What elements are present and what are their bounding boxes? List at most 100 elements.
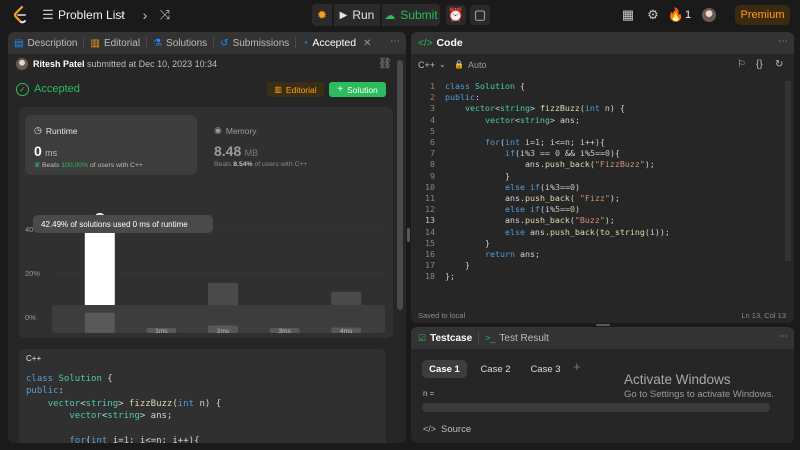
code-line: else ans.push_back(to_string(i)); xyxy=(504,226,670,237)
code-icon: </> xyxy=(423,424,437,434)
run-group: ✹ ▶ Run ☁ Submit xyxy=(312,4,440,26)
book-icon: ▥ xyxy=(90,37,100,49)
solution-button[interactable]: + Solution xyxy=(329,82,386,97)
close-icon[interactable]: ✕ xyxy=(363,38,371,49)
left-scrollbar-thumb[interactable] xyxy=(397,60,403,310)
code-line: }; xyxy=(445,271,455,282)
share-link-icon[interactable]: ⛓ xyxy=(378,57,392,70)
code-line: if(i%3 == 0 && i%5==0){ xyxy=(504,148,620,159)
description-icon: ▤ xyxy=(14,37,24,49)
overview-tick-label: 1ms xyxy=(155,328,168,335)
play-icon: ▶ xyxy=(339,9,348,21)
chevron-right-icon[interactable]: › xyxy=(137,7,153,23)
cloud-upload-icon: ☁ xyxy=(384,9,396,22)
y-tick-label: 0% xyxy=(25,313,36,322)
flask-icon: ⚗ xyxy=(153,37,163,49)
gear-icon[interactable]: ⚙ xyxy=(645,7,661,23)
line-number: 18 xyxy=(425,271,435,282)
tab-submissions[interactable]: ↺ Submissions xyxy=(214,32,295,54)
premium-button[interactable]: Premium xyxy=(735,5,790,25)
code-editor[interactable]: 1 class Solution {2 public: 3 vector<string… xyxy=(411,81,781,291)
tab-testcase[interactable]: ☑ Testcase xyxy=(411,327,478,349)
avatar[interactable] xyxy=(702,8,716,22)
preview-code-line: vector<string> ans; xyxy=(69,411,173,422)
chevron-down-icon: ⌄ xyxy=(439,60,446,69)
stats-card: ◷ Runtime 0 ms ♛ Beats 100.00% of users … xyxy=(19,107,393,338)
reset-icon[interactable]: ↻ xyxy=(775,59,783,70)
run-button[interactable]: ▶ Run xyxy=(334,4,380,26)
braces-icon[interactable]: {} xyxy=(756,59,763,70)
shuffle-icon[interactable]: ⤨ xyxy=(157,7,173,23)
add-case-icon[interactable]: + xyxy=(573,359,581,374)
code-preview: C++ class Solution {public: vector<strin… xyxy=(19,349,386,443)
chevron-left-icon[interactable]: ‹ xyxy=(115,7,131,23)
preview-code-line: class Solution { xyxy=(26,374,113,384)
editorial-button[interactable]: ▥ Editorial xyxy=(267,82,324,97)
debug-icon[interactable]: ✹ xyxy=(312,4,332,26)
submitter-name[interactable]: Ritesh Patel xyxy=(33,59,85,69)
tab-accepted[interactable]: ◔ Accepted ✕ xyxy=(296,32,377,54)
tab-code[interactable]: </> Code xyxy=(411,32,469,54)
vertical-splitter-handle[interactable] xyxy=(407,228,410,242)
grid-icon[interactable]: ▦ xyxy=(620,7,636,23)
case-1-tab[interactable]: Case 1 xyxy=(422,360,467,378)
code-line: vector<string> ans; xyxy=(484,114,580,125)
code-line: } xyxy=(504,170,510,181)
tab-editorial[interactable]: ▥ Editorial xyxy=(84,32,146,54)
clock-icon: ◔ xyxy=(302,37,309,49)
bookmark-icon[interactable]: ⚐ xyxy=(737,59,746,70)
check-circle-icon: ✓ xyxy=(16,83,29,96)
line-number: 2 xyxy=(430,92,435,103)
source-link[interactable]: </> Source xyxy=(423,424,471,435)
lock-icon: 🔒 xyxy=(454,60,464,69)
terminal-icon: >_ xyxy=(485,333,496,343)
leetcode-logo-icon[interactable] xyxy=(10,5,30,25)
overview-tick-label: 3ms xyxy=(278,328,291,335)
code-scrollbar[interactable] xyxy=(785,81,791,261)
note-icon[interactable]: ▢ xyxy=(470,5,490,25)
submitter-avatar xyxy=(16,58,28,70)
preview-code-line: public: xyxy=(26,386,64,397)
activate-windows-subtitle: Go to Settings to activate Windows. xyxy=(624,389,774,400)
line-number: 4 xyxy=(430,114,435,125)
tab-description[interactable]: ▤ Description xyxy=(8,32,83,54)
line-number: 12 xyxy=(425,204,435,215)
n-input[interactable] xyxy=(422,403,770,412)
auto-complete-toggle[interactable]: 🔒 Auto xyxy=(454,60,486,70)
overview-tick-label: 4ms xyxy=(340,328,353,335)
line-number: 8 xyxy=(430,159,435,170)
alarm-icon[interactable]: ⏰ xyxy=(446,5,466,25)
saved-status: Saved to local xyxy=(418,311,466,320)
code-line: ans.push_back("Buzz"); xyxy=(504,215,615,226)
language-select[interactable]: C++ ⌄ xyxy=(418,60,446,70)
preview-code-line: for(int i=1; i<=n; i++){ xyxy=(69,436,200,443)
testcase-tab-bar: ☑ Testcase >_ Test Result ⋯ xyxy=(411,327,794,349)
chart-tooltip: 42.49% of solutions used 0 ms of runtime xyxy=(33,215,213,233)
line-number: 1 xyxy=(430,81,435,91)
code-panel: </> Code ⋯ C++ ⌄ 🔒 Auto ⚐ {} ↻ 1 class So… xyxy=(411,32,794,323)
submit-button[interactable]: ☁ Submit xyxy=(382,4,440,26)
flame-icon[interactable]: 🔥 xyxy=(668,7,684,23)
overview-tick-label: 2ms xyxy=(217,328,230,335)
more-icon[interactable]: ⋯ xyxy=(778,36,788,47)
case-2-tab[interactable]: Case 2 xyxy=(473,360,518,378)
code-line: public: xyxy=(445,92,480,103)
case-3-tab[interactable]: Case 3 xyxy=(523,360,568,378)
tab-test-result[interactable]: >_ Test Result xyxy=(479,327,555,349)
more-icon[interactable]: ⋯ xyxy=(390,36,400,47)
list-icon[interactable]: ☰ xyxy=(40,7,56,23)
plus-icon: + xyxy=(337,84,344,95)
tab-solutions[interactable]: ⚗ Solutions xyxy=(147,32,213,54)
horizontal-splitter-handle[interactable] xyxy=(596,324,610,326)
code-line: ans.push_back( "Fizz"); xyxy=(504,193,620,203)
n-label: n = xyxy=(423,389,435,398)
line-number: 13 xyxy=(425,215,435,226)
book-icon: ▥ xyxy=(274,85,282,94)
line-number: 5 xyxy=(430,125,435,136)
overview-bar xyxy=(84,312,115,333)
left-tab-bar: ▤ Description ▥ Editorial ⚗ Solutions ↺ … xyxy=(8,32,406,54)
code-line: vector<string> fizzBuzz(int n) { xyxy=(464,103,625,114)
chart-bar xyxy=(84,223,115,317)
more-icon[interactable]: ⋯ xyxy=(778,331,788,342)
code-line: else if(i%3==0) xyxy=(504,181,580,192)
